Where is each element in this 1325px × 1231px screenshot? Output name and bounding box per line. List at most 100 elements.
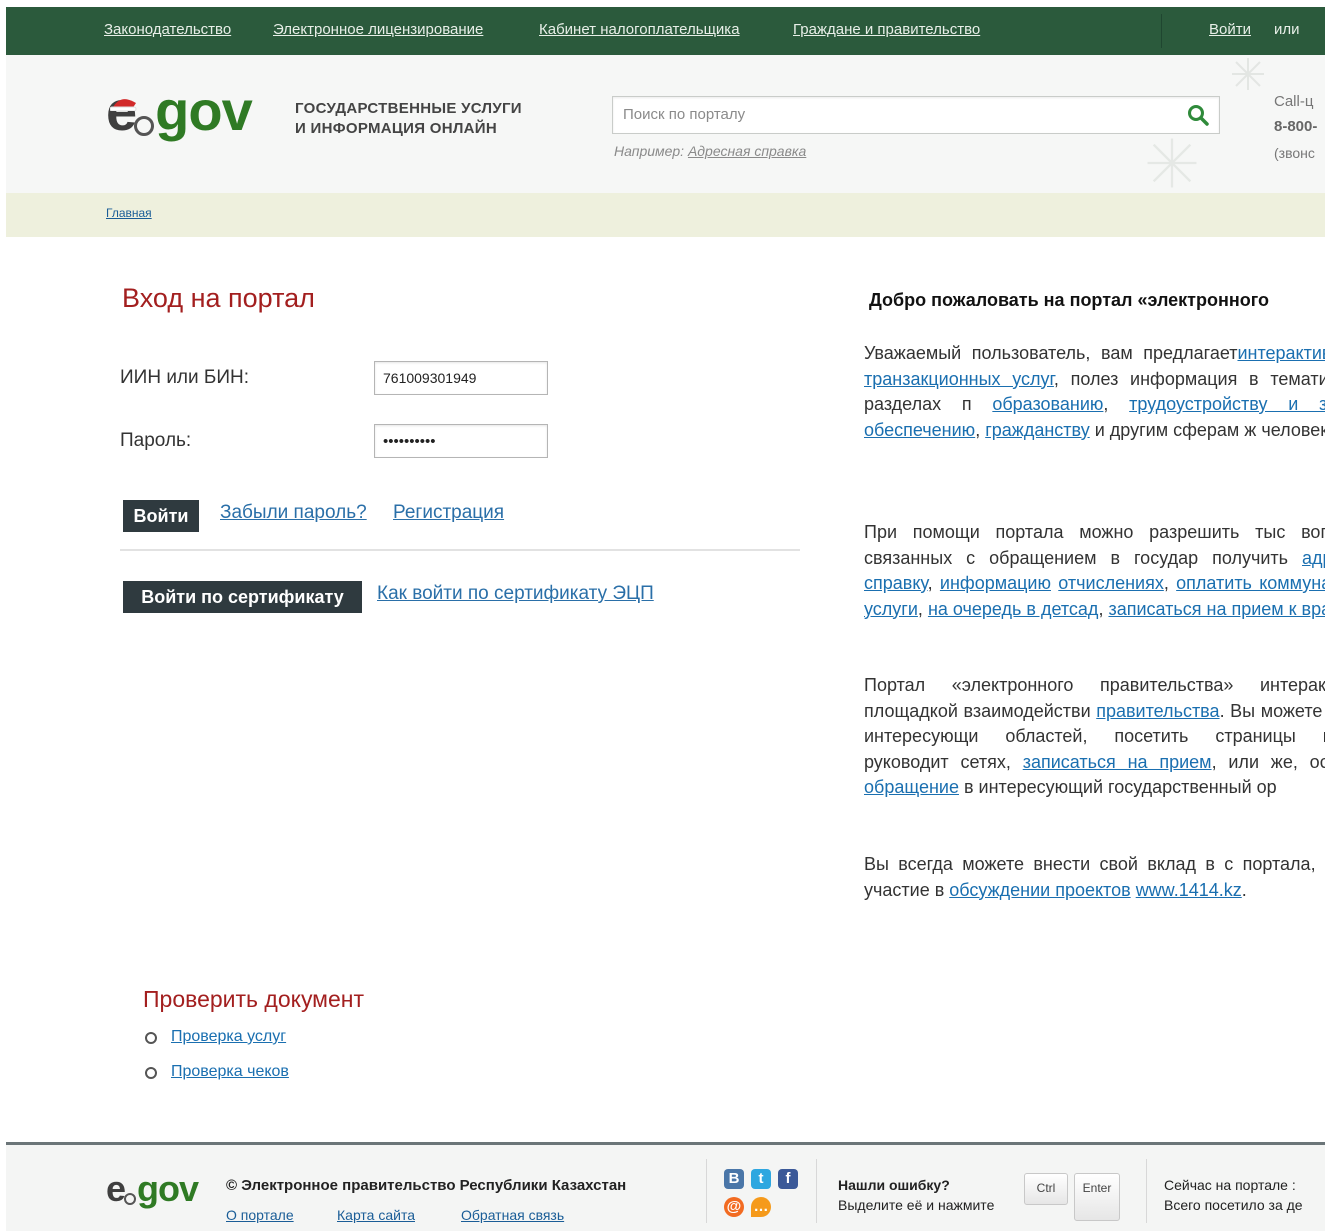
ctrl-key: Ctrl xyxy=(1024,1173,1068,1205)
twitter-icon[interactable]: t xyxy=(751,1169,771,1189)
certificate-login-button[interactable]: Войти по сертификату xyxy=(123,581,362,613)
inline-link[interactable]: образованию xyxy=(992,394,1103,414)
santa-hat-icon xyxy=(110,99,137,111)
paragraph-text: , xyxy=(1163,573,1177,593)
inline-link[interactable]: на очередь в детсад xyxy=(928,599,1099,619)
paragraph-text: , xyxy=(917,598,928,619)
logo-ring-icon xyxy=(134,116,155,136)
certificate-help-link[interactable]: Как войти по сертификату ЭЦП xyxy=(377,583,654,605)
bullet-icon xyxy=(145,1067,157,1079)
snowflake-icon xyxy=(1147,138,1197,188)
inline-link[interactable]: правительства xyxy=(1096,701,1219,721)
total-visited: Всего посетило за де xyxy=(1164,1197,1303,1213)
example-prefix: Например: xyxy=(614,143,685,159)
iin-input[interactable] xyxy=(381,369,545,387)
check-document-title: Проверить документ xyxy=(143,986,365,1012)
logo-gov: gov xyxy=(155,79,253,142)
breadcrumb-home[interactable]: Главная xyxy=(106,206,152,220)
login-divider xyxy=(120,549,800,551)
site-header: egov ГОСУДАРСТВЕННЫЕ УСЛУГИ И ИНФОРМАЦИЯ… xyxy=(6,55,1325,193)
search-icon[interactable] xyxy=(1187,104,1209,126)
nav-taxpayer-cabinet[interactable]: Кабинет налогоплательщика xyxy=(539,21,740,38)
enter-key: Enter xyxy=(1074,1173,1120,1221)
call-center-note: (звонс xyxy=(1274,145,1315,161)
bullet-icon xyxy=(145,1032,157,1044)
inline-link[interactable]: обращение xyxy=(864,777,959,797)
search-example: Например: Адресная справка xyxy=(614,143,806,159)
breadcrumb: Главная xyxy=(6,193,1325,237)
welcome-paragraph-1: Уважаемый пользователь, вам предлагаетин… xyxy=(864,341,1325,443)
nav-divider xyxy=(1161,14,1162,48)
login-button[interactable]: Войти xyxy=(123,500,199,532)
password-field xyxy=(374,424,548,458)
inline-link[interactable]: обсуждении проектов xyxy=(949,880,1130,900)
call-center-title: Call-ц xyxy=(1274,93,1314,110)
paragraph-text: , xyxy=(1098,598,1109,619)
paragraph-text: При помощи портала можно разрешить тыс в… xyxy=(864,522,1325,568)
nav-e-licensing[interactable]: Электронное лицензирование xyxy=(273,21,483,38)
vk-icon[interactable]: В xyxy=(724,1169,744,1189)
mail-icon[interactable]: @ xyxy=(724,1197,744,1217)
iin-field xyxy=(374,361,548,395)
footer-logo[interactable]: e gov xyxy=(106,1168,199,1209)
welcome-paragraph-4: Вы всегда можете внести свой вклад в с п… xyxy=(864,852,1325,903)
or-text: или xyxy=(1274,21,1300,38)
call-center-phone: 8-800- xyxy=(1274,118,1318,135)
chat-icon[interactable]: … xyxy=(751,1197,771,1217)
inline-link[interactable]: обеспечению xyxy=(864,420,975,440)
password-label: Пароль: xyxy=(120,430,192,451)
inline-link[interactable]: записаться на прием к вра xyxy=(1108,599,1325,619)
paragraph-text: . xyxy=(1241,879,1247,900)
inline-link[interactable]: отчислениях xyxy=(1058,573,1164,593)
nav-legislation[interactable]: Законодательство xyxy=(104,21,231,38)
welcome-title: Добро пожаловать на портал «электронного xyxy=(869,290,1269,310)
forgot-password-link[interactable]: Забыли пароль? xyxy=(220,502,367,524)
egov-logo[interactable]: egov xyxy=(106,79,253,142)
footer-divider xyxy=(706,1159,707,1223)
password-input[interactable] xyxy=(381,432,545,451)
facebook-icon[interactable]: f xyxy=(778,1169,798,1189)
register-link[interactable]: Регистрация xyxy=(393,502,504,524)
inline-link[interactable]: записаться на прием xyxy=(1023,752,1212,772)
paragraph-text: в интересующий государственный ор xyxy=(958,777,1277,797)
example-link[interactable]: Адресная справка xyxy=(688,143,806,159)
top-login-link[interactable]: Войти xyxy=(1209,21,1251,38)
welcome-paragraph-2: При помощи портала можно разрешить тыс в… xyxy=(864,520,1325,622)
paragraph-text: и другим сферам ж человека. xyxy=(1089,419,1325,440)
check-services-link[interactable]: Проверка услуг xyxy=(171,1028,286,1046)
inline-link[interactable]: информацию xyxy=(940,573,1051,593)
site-footer: e gov © Электронное правительство Республ… xyxy=(6,1142,1325,1231)
inline-link[interactable]: гражданству xyxy=(985,420,1090,440)
footer-logo-gov: gov xyxy=(137,1168,199,1209)
paragraph-text: , или же, оставить xyxy=(1211,751,1325,772)
search-box xyxy=(612,96,1220,134)
inline-link[interactable]: www.1414.kz xyxy=(1136,880,1242,900)
paragraph-text: , xyxy=(927,573,940,593)
logo-tagline: ГОСУДАРСТВЕННЫЕ УСЛУГИ И ИНФОРМАЦИЯ ОНЛА… xyxy=(295,99,522,139)
paragraph-text: , xyxy=(975,419,986,440)
footer-logo-ring-icon xyxy=(124,1193,137,1205)
paragraph-text: , xyxy=(1103,394,1130,414)
footer-about-link[interactable]: О портале xyxy=(226,1207,294,1223)
footer-feedback-link[interactable]: Обратная связь xyxy=(461,1207,564,1223)
footer-divider xyxy=(1146,1159,1147,1223)
check-receipts-link[interactable]: Проверка чеков xyxy=(171,1063,289,1081)
search-input[interactable] xyxy=(621,105,1185,124)
footer-sitemap-link[interactable]: Карта сайта xyxy=(337,1207,415,1223)
inline-link[interactable]: трудоустройству и занятос xyxy=(1129,394,1325,414)
tagline-line1: ГОСУДАРСТВЕННЫЕ УСЛУГИ xyxy=(295,100,522,117)
snowflake-icon xyxy=(1232,58,1264,90)
nav-citizens-government[interactable]: Граждане и правительство xyxy=(793,21,980,38)
online-now: Сейчас на портале : xyxy=(1164,1177,1296,1193)
tagline-line2: И ИНФОРМАЦИЯ ОНЛАЙН xyxy=(295,120,498,137)
error-title: Нашли ошибку? xyxy=(838,1177,950,1193)
footer-copyright: © Электронное правительство Республики К… xyxy=(226,1177,627,1194)
iin-label: ИИН или БИН: xyxy=(120,367,250,388)
welcome-paragraph-3: Портал «электронного правительства» инте… xyxy=(864,673,1325,801)
top-nav-bar: Законодательство Электронное лицензирова… xyxy=(6,7,1325,55)
footer-logo-e: e xyxy=(106,1168,126,1209)
login-title: Вход на портал xyxy=(122,283,315,313)
error-text: Выделите её и нажмите xyxy=(838,1197,995,1213)
paragraph-text: Уважаемый пользователь, вам предлагает xyxy=(864,343,1238,363)
footer-divider xyxy=(816,1159,817,1223)
